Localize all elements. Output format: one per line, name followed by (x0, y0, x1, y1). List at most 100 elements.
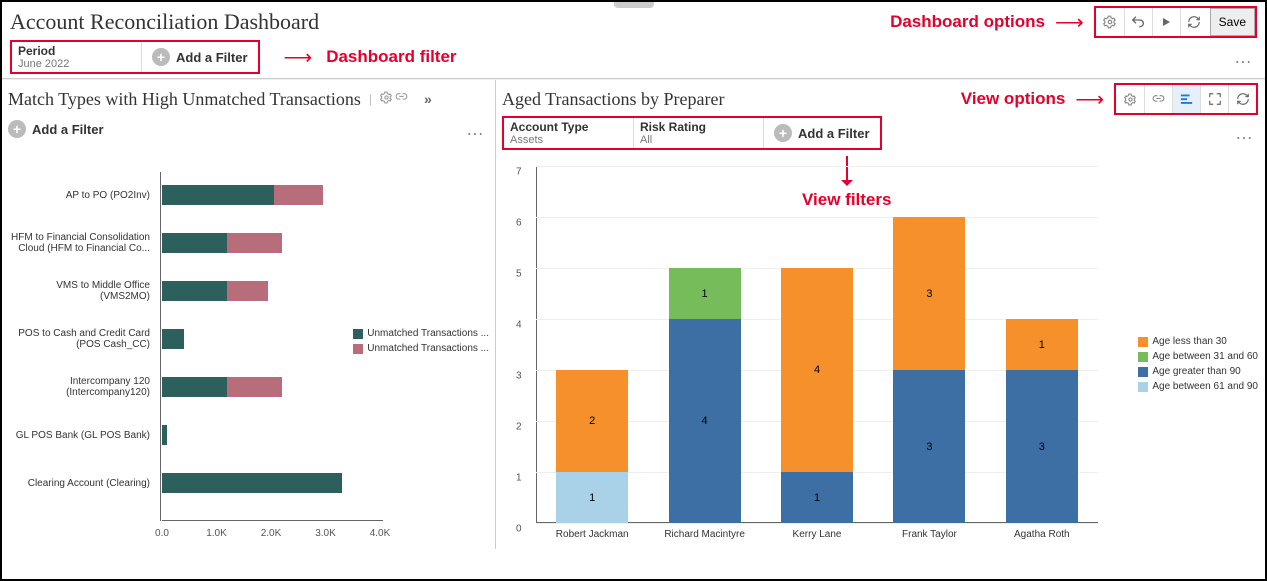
bar-segment[interactable] (162, 329, 184, 349)
category-label: Agatha Roth (986, 523, 1098, 540)
risk-rating-value: All (640, 134, 753, 146)
undo-icon[interactable] (1124, 8, 1152, 36)
bar-segment[interactable]: 1 (1006, 319, 1078, 370)
legend-item: Age greater than 90 (1138, 366, 1258, 377)
add-filter-button[interactable]: + Add a Filter (8, 116, 114, 142)
left-chart: AP to PO (PO2Inv) HFM to Financial Consol… (2, 158, 495, 549)
bar-segment[interactable]: 1 (669, 268, 741, 319)
y-tick-label: 0 (516, 524, 522, 535)
bar-segment[interactable]: 4 (669, 319, 741, 523)
bar-segment[interactable] (162, 281, 227, 301)
chart-column: 31Agatha Roth (986, 166, 1098, 523)
view-options-box (1114, 83, 1258, 115)
filter-risk-rating[interactable]: Risk Rating All (634, 118, 764, 148)
category-label: Kerry Lane (761, 523, 873, 540)
chevrons-right-icon[interactable]: » (416, 91, 440, 107)
period-label: Period (18, 44, 131, 58)
refresh-icon[interactable] (1180, 8, 1208, 36)
right-chart: View filters 12Robert Jackman41Richard M… (502, 166, 1258, 549)
legend-item: Age less than 30 (1138, 336, 1258, 347)
bar-segment[interactable] (162, 377, 227, 397)
plus-circle-icon: + (774, 124, 792, 142)
arrow-right-icon: ⟶ (284, 45, 313, 70)
account-type-value: Assets (510, 134, 623, 146)
bar-segment[interactable] (227, 233, 282, 253)
chart-row: AP to PO (PO2Inv) (2, 172, 495, 218)
x-tick-label: 1.0K (206, 528, 227, 539)
dashboard-filter-box: Period June 2022 + Add a Filter (10, 40, 260, 74)
y-tick-label: 6 (516, 218, 522, 229)
ellipsis-icon[interactable]: … (1235, 123, 1254, 144)
bar-segment[interactable] (162, 233, 227, 253)
link-icon[interactable] (395, 91, 408, 107)
bar-segment[interactable] (162, 473, 342, 493)
plus-circle-icon: + (152, 48, 170, 66)
y-tick-label: 3 (516, 371, 522, 382)
category-label: POS to Cash and Credit Card (POS Cash_CC… (8, 328, 156, 350)
bar-segment[interactable]: 3 (1006, 370, 1078, 523)
y-tick-label: 7 (516, 167, 522, 178)
chart-row: HFM to Financial Consolidation Cloud (HF… (2, 220, 495, 266)
dashboard-options-box: Save (1094, 6, 1257, 38)
x-tick-label: 2.0K (261, 528, 282, 539)
legend: Age less than 30 Age between 31 and 60 A… (1138, 336, 1258, 396)
legend-item: Unmatched Transactions ... (353, 343, 489, 354)
add-filter-button[interactable]: + Add a Filter (764, 120, 880, 146)
annotation-dashboard-filter: Dashboard filter (326, 47, 456, 67)
filter-account-type[interactable]: Account Type Assets (504, 118, 634, 148)
play-icon[interactable] (1152, 8, 1180, 36)
gear-icon[interactable] (380, 91, 393, 107)
bar-segment[interactable]: 3 (893, 370, 965, 523)
legend-item: Age between 31 and 60 (1138, 351, 1258, 362)
view-filter-box: Account Type Assets Risk Rating All + Ad… (502, 116, 882, 150)
period-value: June 2022 (18, 58, 131, 70)
dashboard-title: Account Reconciliation Dashboard (10, 9, 319, 35)
save-button[interactable]: Save (1210, 8, 1255, 36)
filter-period[interactable]: Period June 2022 (12, 42, 142, 72)
add-filter-button[interactable]: + Add a Filter (142, 44, 258, 70)
bar-segment[interactable] (227, 281, 268, 301)
bar-segment[interactable]: 2 (556, 370, 628, 472)
bar-segment[interactable] (162, 425, 167, 445)
bar-segment[interactable]: 3 (893, 217, 965, 370)
arrow-right-icon: ⟶ (1055, 10, 1084, 35)
chart-row: VMS to Middle Office (VMS2MO) (2, 268, 495, 314)
view-title-left: Match Types with High Unmatched Transact… (8, 89, 361, 110)
window-grip[interactable] (614, 2, 654, 8)
chart-column: 12Robert Jackman (536, 166, 648, 523)
gear-icon[interactable] (1116, 85, 1144, 113)
bar-segment[interactable] (227, 377, 282, 397)
annotation-view-options: View options (961, 89, 1066, 109)
chart-row: Clearing Account (Clearing) (2, 460, 495, 506)
ellipsis-icon[interactable]: … (1234, 47, 1253, 68)
bar-segment[interactable] (274, 185, 323, 205)
chart-row: GL POS Bank (GL POS Bank) (2, 412, 495, 458)
bar-segment[interactable]: 1 (781, 472, 853, 523)
bar-segment[interactable] (162, 185, 274, 205)
category-label: VMS to Middle Office (VMS2MO) (8, 280, 156, 302)
legend-item: Age between 61 and 90 (1138, 381, 1258, 392)
gear-icon[interactable] (1096, 8, 1124, 36)
chart-column: 14Kerry Lane (761, 166, 873, 523)
y-tick-label: 2 (516, 422, 522, 433)
category-label: Clearing Account (Clearing) (8, 478, 156, 489)
bar-chart-icon[interactable] (1172, 85, 1200, 113)
chart-column: 41Richard Macintyre (648, 166, 760, 523)
bar-segment[interactable]: 4 (781, 268, 853, 472)
ellipsis-icon[interactable]: … (466, 119, 485, 140)
category-label: AP to PO (PO2Inv) (8, 190, 156, 201)
plus-circle-icon: + (8, 120, 26, 138)
legend-item: Unmatched Transactions ... (353, 328, 489, 339)
category-label: Frank Taylor (873, 523, 985, 540)
bar-segment[interactable]: 1 (556, 472, 628, 523)
risk-rating-label: Risk Rating (640, 120, 753, 134)
expand-icon[interactable] (1200, 85, 1228, 113)
category-label: HFM to Financial Consolidation Cloud (HF… (8, 232, 156, 254)
category-label: Richard Macintyre (648, 523, 760, 540)
arrow-right-icon: ⟶ (1075, 87, 1104, 112)
annotation-dashboard-options: Dashboard options (890, 12, 1045, 32)
y-tick-label: 1 (516, 473, 522, 484)
refresh-icon[interactable] (1228, 85, 1256, 113)
x-tick-label: 3.0K (315, 528, 336, 539)
link-icon[interactable] (1144, 85, 1172, 113)
